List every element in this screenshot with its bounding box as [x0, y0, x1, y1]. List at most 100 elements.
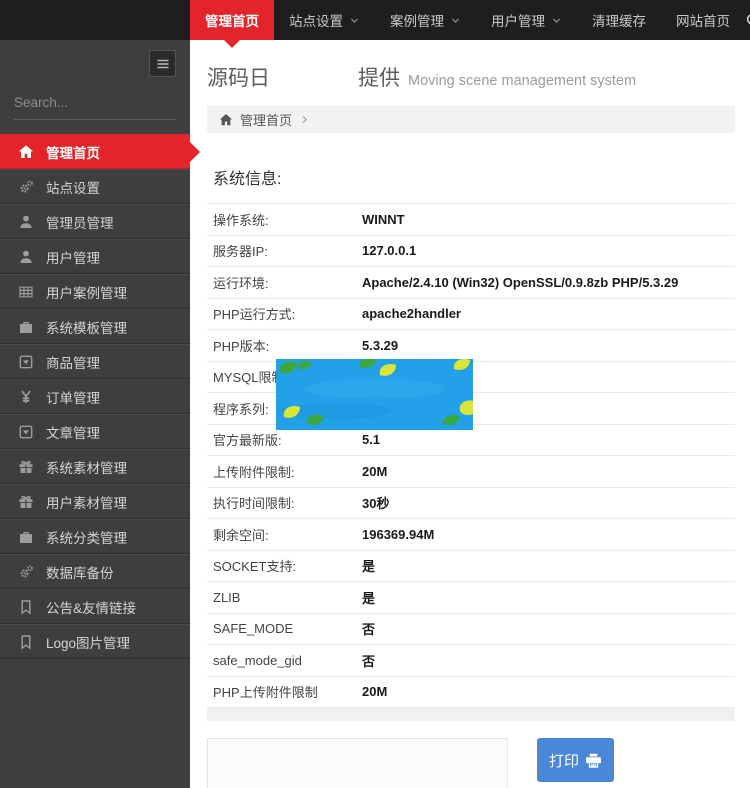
- sidebar-search-input[interactable]: [14, 95, 191, 110]
- table-row: 运行环境: Apache/2.4.10 (Win32) OpenSSL/0.9.…: [207, 266, 735, 298]
- row-label: 剩余空间:: [207, 525, 362, 544]
- topnav-label: 管理首页: [205, 10, 259, 30]
- sidebar-search: [14, 86, 176, 120]
- table-row: safe_mode_gid 否: [207, 644, 735, 676]
- topbar-search-button[interactable]: [745, 0, 750, 40]
- topnav-case-management[interactable]: 案例管理: [375, 0, 476, 40]
- row-value: 是: [362, 556, 375, 575]
- sidebar-item-database-backup[interactable]: 数据库备份: [0, 554, 190, 589]
- sidebar-item-system-templates[interactable]: 系统模板管理: [0, 309, 190, 344]
- row-value: 20M: [362, 684, 387, 699]
- sidebar-item-system-categories[interactable]: 系统分类管理: [0, 519, 190, 554]
- home-icon: [219, 113, 233, 127]
- row-label: 执行时间限制:: [207, 493, 362, 512]
- table-row: 执行时间限制: 30秒: [207, 487, 735, 519]
- sidebar-item-user-cases[interactable]: 用户案例管理: [0, 274, 190, 309]
- sidebar-item-label: 商品管理: [46, 352, 100, 372]
- row-value: 5.3.29: [362, 338, 398, 353]
- row-value: Apache/2.4.10 (Win32) OpenSSL/0.9.8zb PH…: [362, 275, 678, 290]
- row-value: WINNT: [362, 212, 405, 227]
- row-label: 服务器IP:: [207, 241, 362, 260]
- sidebar-toggle-button[interactable]: [149, 50, 176, 77]
- sidebar-item-administrators[interactable]: 管理员管理: [0, 204, 190, 239]
- sidebar-item-label: 订单管理: [46, 387, 100, 407]
- table-row: SOCKET支持: 是: [207, 550, 735, 582]
- sidebar-item-orders[interactable]: 订单管理: [0, 379, 190, 414]
- chevron-down-icon: [551, 15, 562, 26]
- topnav-label: 站点设置: [289, 10, 343, 30]
- sidebar-item-system-materials[interactable]: 系统素材管理: [0, 449, 190, 484]
- sidebar-item-label: 管理员管理: [46, 212, 114, 232]
- chevron-down-icon: [349, 15, 360, 26]
- table-row: 服务器IP: 127.0.0.1: [207, 235, 735, 267]
- breadcrumb-home-link[interactable]: 管理首页: [240, 110, 292, 129]
- chevron-down-icon: [450, 15, 461, 26]
- row-label: 上传附件限制:: [207, 462, 362, 481]
- row-label: 运行环境:: [207, 273, 362, 292]
- row-label: 操作系统:: [207, 210, 362, 229]
- briefcase-icon: [18, 529, 34, 545]
- page-title: 源码日 提供 Moving scene management system: [207, 61, 735, 92]
- row-label: PHP版本:: [207, 336, 362, 355]
- topnav-label: 网站首页: [676, 10, 730, 30]
- row-value: 20M: [362, 464, 387, 479]
- row-label: ZLIB: [207, 590, 362, 605]
- table-row: PHP版本: 5.3.29: [207, 329, 735, 361]
- note-textarea[interactable]: [207, 738, 508, 788]
- table-row: SAFE_MODE 否: [207, 613, 735, 645]
- topnav-site-settings[interactable]: 站点设置: [274, 0, 375, 40]
- sidebar-item-label: 站点设置: [46, 177, 100, 197]
- row-label: SAFE_MODE: [207, 621, 362, 636]
- topnav-clear-cache[interactable]: 清理缓存: [577, 0, 661, 40]
- sidebar-item-label: 用户素材管理: [46, 492, 127, 512]
- sidebar-item-users[interactable]: 用户管理: [0, 239, 190, 274]
- print-button-label: 打印: [549, 750, 579, 771]
- topnav-user-management[interactable]: 用户管理: [476, 0, 577, 40]
- sidebar-item-label: 数据库备份: [46, 562, 114, 582]
- page-title-prefix: 源码日: [207, 62, 270, 92]
- sidebar-item-logo-images[interactable]: Logo图片管理: [0, 624, 190, 659]
- home-icon: [18, 144, 34, 160]
- topnav-admin-home[interactable]: 管理首页: [190, 0, 274, 40]
- sidebar-item-admin-home[interactable]: 管理首页: [0, 134, 190, 169]
- caret-square-down-icon: [18, 424, 34, 440]
- row-label: PHP上传附件限制: [207, 682, 362, 701]
- sidebar-item-user-materials[interactable]: 用户素材管理: [0, 484, 190, 519]
- topnav-label: 清理缓存: [592, 10, 646, 30]
- table-row: PHP运行方式: apache2handler: [207, 298, 735, 330]
- sidebar-item-label: 管理首页: [46, 142, 100, 162]
- sidebar-item-products[interactable]: 商品管理: [0, 344, 190, 379]
- caret-square-down-icon: [18, 354, 34, 370]
- sidebar-item-articles[interactable]: 文章管理: [0, 414, 190, 449]
- sidebar: 管理首页 站点设置 管理员管理 用户管理 用户案例管理 系统模板管理 商品管理: [0, 40, 190, 788]
- row-label: PHP运行方式:: [207, 304, 362, 323]
- page-title-suffix: 提供: [358, 62, 400, 92]
- gears-icon: [18, 564, 34, 580]
- bottom-controls: 打印: [207, 738, 735, 788]
- sidebar-item-label: 用户管理: [46, 247, 100, 267]
- user-icon: [18, 214, 34, 230]
- table-footer-strip: [207, 708, 735, 721]
- bookmark-icon: [18, 634, 34, 650]
- print-button[interactable]: 打印: [537, 738, 614, 782]
- system-info-table: 操作系统: WINNT 服务器IP: 127.0.0.1 运行环境: Apach…: [207, 203, 735, 708]
- row-value: 196369.94M: [362, 527, 434, 542]
- row-value: 否: [362, 619, 375, 638]
- censor-sticker-image: [276, 359, 473, 430]
- row-value: 127.0.0.1: [362, 243, 416, 258]
- hamburger-menu-icon: [155, 56, 171, 72]
- yen-icon: [18, 389, 34, 405]
- table-row: 操作系统: WINNT: [207, 203, 735, 235]
- user-icon: [18, 249, 34, 265]
- row-label: safe_mode_gid: [207, 653, 362, 668]
- sidebar-menu: 管理首页 站点设置 管理员管理 用户管理 用户案例管理 系统模板管理 商品管理: [0, 134, 190, 659]
- sidebar-item-announcements-links[interactable]: 公告&友情链接: [0, 589, 190, 624]
- table-icon: [18, 284, 34, 300]
- topnav-website-home[interactable]: 网站首页: [661, 0, 745, 40]
- printer-icon: [585, 752, 602, 769]
- sidebar-item-site-settings[interactable]: 站点设置: [0, 169, 190, 204]
- gift-icon: [18, 494, 34, 510]
- top-navigation: 管理首页 站点设置 案例管理 用户管理 清理缓存 网站首页: [190, 0, 745, 40]
- table-row: PHP上传附件限制 20M: [207, 676, 735, 708]
- table-row: ZLIB 是: [207, 581, 735, 613]
